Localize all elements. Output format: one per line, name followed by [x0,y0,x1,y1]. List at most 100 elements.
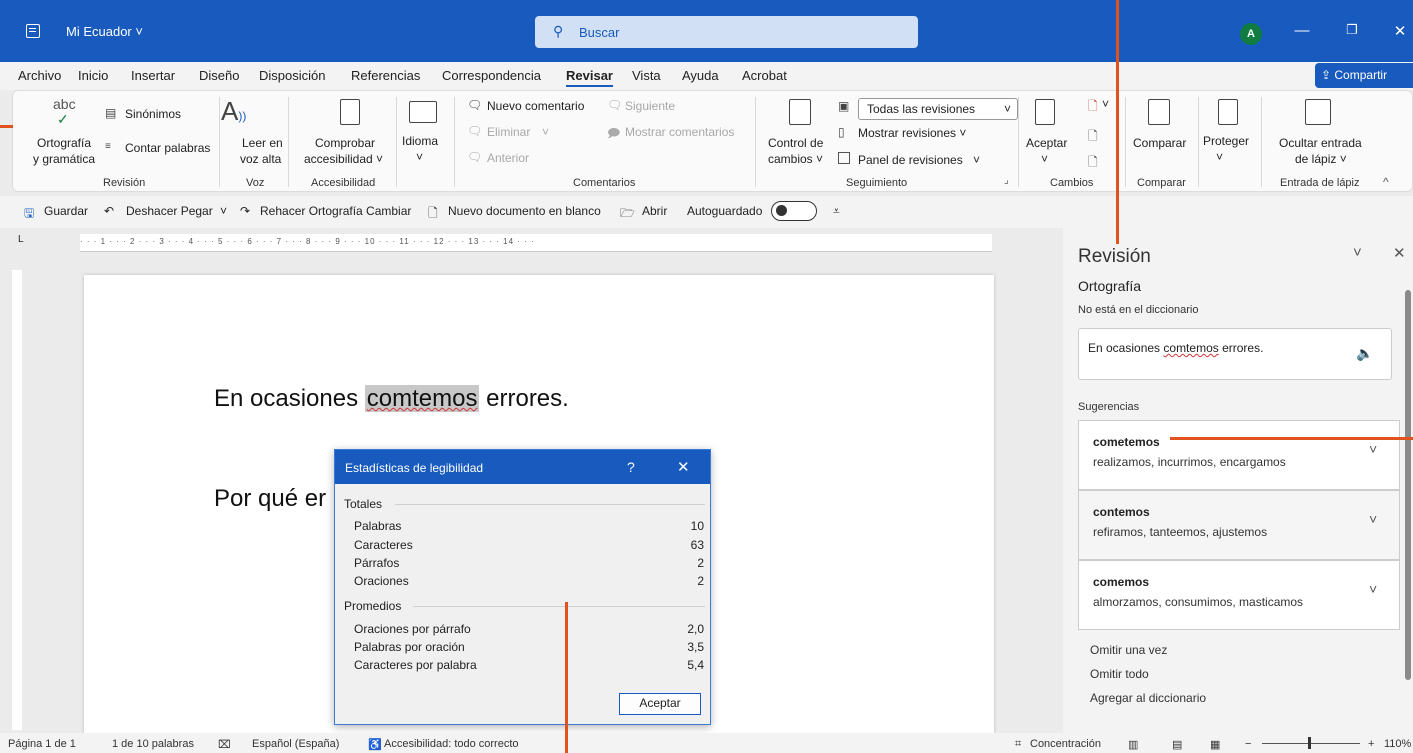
share-icon: ⇪ [1321,68,1335,82]
vertical-ruler[interactable] [12,270,22,730]
chevron-down-icon[interactable]: ˅ [220,204,227,218]
avatar[interactable]: A [1240,23,1262,45]
undo-button[interactable]: Deshacer Pegar [126,204,213,218]
tab-referencias[interactable]: Referencias [351,68,420,83]
accessibility-icon[interactable]: ♿ [368,738,382,751]
suggestion-item[interactable]: contemos refiramos, tanteemos, ajustemos… [1078,490,1400,560]
chevron-down-icon[interactable]: ˅ [1369,441,1377,457]
show-comments-label: Mostrar comentarios [625,125,735,139]
chevron-down-icon[interactable]: ˅ [1102,97,1109,111]
pane-title: Revisión [1078,246,1151,267]
ignore-all-link[interactable]: Omitir todo [1090,667,1149,681]
zoom-slider-thumb[interactable] [1308,737,1311,749]
close-icon[interactable]: ✕ [677,458,690,476]
quick-access-toolbar: 🖫 Guardar ↶ Deshacer Pegar ˅ ↷ Rehacer O… [0,196,1413,228]
document-line-2[interactable]: Por qué er [214,485,326,513]
save-button[interactable]: Guardar [44,204,88,218]
new-document-button[interactable]: Nuevo documento en blanco [448,204,601,218]
tab-revisar[interactable]: Revisar [566,68,613,87]
autosave-toggle[interactable] [771,201,817,221]
divider [395,504,705,505]
tab-acrobat[interactable]: Acrobat [742,68,787,83]
accept-label: Aceptar [1026,136,1068,150]
close-icon[interactable]: ✕ [1390,22,1410,40]
chevron-down-icon[interactable]: ˅ [1353,244,1362,261]
ignore-once-link[interactable]: Omitir una vez [1090,643,1167,657]
save-icon[interactable]: 🖫 [24,204,34,225]
horizontal-ruler[interactable]: · · · 1 · · · 2 · · · 3 · · · 4 · · · 5 … [80,234,992,252]
tab-archivo[interactable]: Archivo [18,68,61,83]
reject-icon[interactable]: 🗋 [1088,97,1098,118]
chevron-down-icon[interactable]: ˅ [1369,581,1377,597]
group-label-accesibilidad: Accesibilidad [311,177,376,189]
tab-vista[interactable]: Vista [632,68,661,83]
suggestion-item[interactable]: cometemos realizamos, incurrimos, encarg… [1078,420,1400,490]
tab-disposicion[interactable]: Disposición [259,68,325,83]
new-document-icon[interactable]: 🗋 [428,204,438,225]
chevron-down-icon: ˅ [542,125,550,139]
word-count[interactable]: 1 de 10 palabras [112,738,194,750]
minimize-icon[interactable]: — [1292,22,1312,39]
protect-label: Proteger [1203,134,1250,148]
averages-heading: Promedios [344,599,402,613]
group-label-cambios: Cambios [1050,177,1094,189]
speaker-icon[interactable]: 🔈 [1356,345,1373,362]
close-icon[interactable]: ✕ [1393,244,1406,262]
stat-value: 2,0 [687,622,704,636]
tab-correspondencia[interactable]: Correspondencia [442,68,541,83]
read-mode-icon[interactable]: ▥ [1128,738,1138,751]
zoom-slider[interactable] [1262,743,1360,744]
divider [1261,97,1262,187]
zoom-level[interactable]: 110% [1384,738,1411,750]
document-text: errores. [479,385,569,412]
share-button[interactable]: ⇪ Compartir [1315,63,1413,88]
track-changes-label-2: cambios ˅ [768,152,824,166]
lock-icon [1218,99,1238,125]
pane-scrollbar[interactable] [1405,290,1411,680]
page-count[interactable]: Página 1 de 1 [8,738,76,750]
print-layout-icon[interactable]: ▤ [1172,738,1182,751]
show-markup-icon: ▯ [838,125,845,139]
web-layout-icon[interactable]: ▦ [1210,738,1220,751]
ok-button[interactable]: Aceptar [619,693,701,715]
open-icon[interactable]: 🗁 [620,204,635,225]
tab-stop-icon[interactable]: L [18,234,24,245]
language-status[interactable]: Español (España) [252,738,339,750]
collapse-ribbon-icon[interactable]: ^ [1383,175,1389,189]
tab-insertar[interactable]: Insertar [131,68,175,83]
redo-icon[interactable]: ↷ [240,204,250,218]
misspelled-word[interactable]: comtemos [364,385,480,412]
document-line-1[interactable]: En ocasiones comtemos errores. [214,385,569,413]
tab-inicio[interactable]: Inicio [78,68,108,83]
restore-icon[interactable]: ❐ [1342,22,1362,38]
focus-icon[interactable]: ⌗ [1015,738,1021,751]
customize-qat-icon[interactable]: ⩡ [833,204,840,219]
focus-mode[interactable]: Concentración [1030,738,1101,750]
document-title[interactable]: Mi Ecuador ˅ [66,24,143,39]
tab-diseno[interactable]: Diseño [199,68,239,83]
abc-icon: abc [53,96,76,112]
group-label-comparar: Comparar [1137,177,1186,189]
markup-select[interactable]: Todas las revisiones ˅ [858,98,1018,120]
search-box[interactable]: ⚲ Buscar [535,16,918,48]
add-to-dictionary-link[interactable]: Agregar al diccionario [1090,691,1206,705]
tab-ayuda[interactable]: Ayuda [682,68,719,83]
open-button[interactable]: Abrir [642,204,667,218]
proofing-icon[interactable]: ⌧ [218,738,231,751]
context-text: En ocasiones comtemos errores. [1088,341,1263,355]
suggestion-item[interactable]: comemos almorzamos, consumimos, masticam… [1078,560,1400,630]
previous-change-icon[interactable]: 🗋 [1088,127,1098,148]
dialog-launcher-icon[interactable]: ⌟ [1004,175,1009,186]
help-icon[interactable]: ? [627,459,635,475]
document-text: En ocasiones [214,385,365,412]
redo-button[interactable]: Rehacer Ortografía Cambiar [260,204,411,218]
undo-icon[interactable]: ↶ [104,204,114,218]
next-change-icon[interactable]: 🗋 [1088,153,1098,174]
suggestions-heading: Sugerencias [1078,401,1140,413]
chevron-down-icon[interactable]: ˅ [1369,511,1377,527]
zoom-in-icon[interactable]: + [1368,738,1374,750]
chevron-down-icon: ˅ [416,150,424,164]
zoom-out-icon[interactable]: − [1245,738,1251,750]
hide-ink-label-2: de lápiz ˅ [1295,152,1347,166]
accessibility-status[interactable]: Accesibilidad: todo correcto [384,738,519,750]
